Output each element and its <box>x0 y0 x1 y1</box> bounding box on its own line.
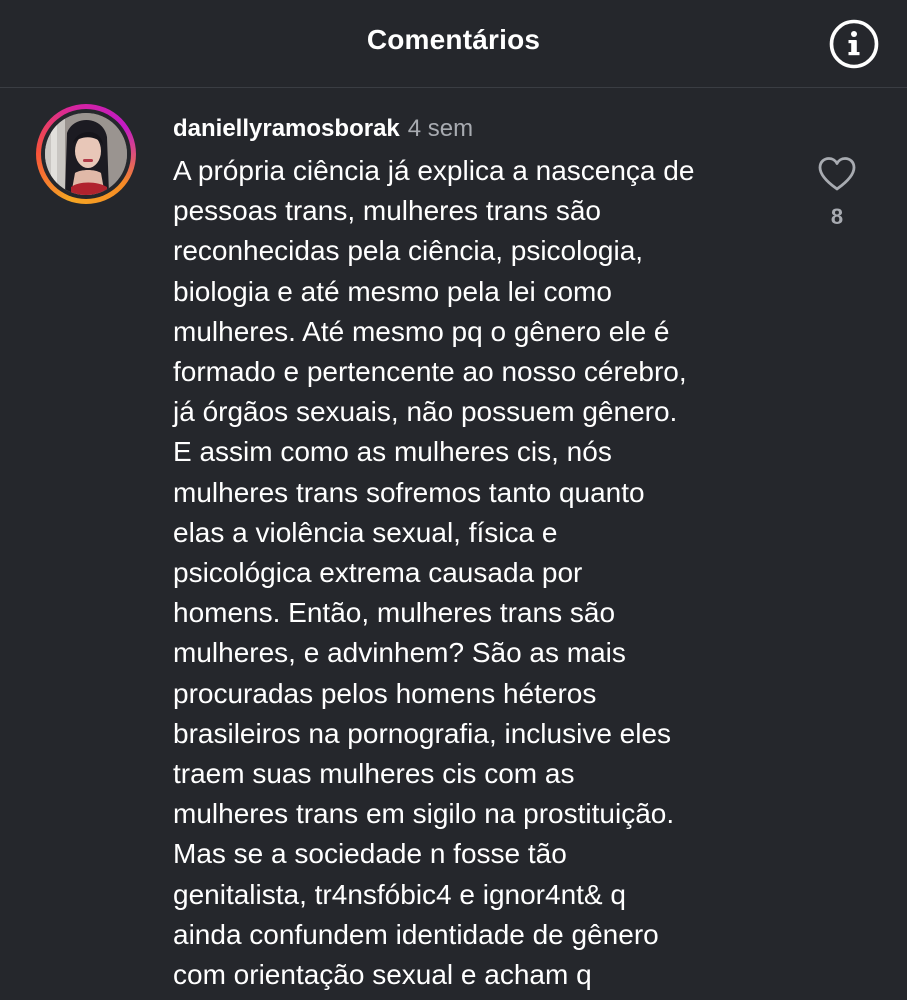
timestamp: 4 sem <box>407 115 474 142</box>
comment-line: homens. Então, mulheres trans são <box>173 597 616 629</box>
like-button[interactable] <box>813 156 861 200</box>
avatar-image <box>45 113 127 195</box>
like-area: 8 <box>812 156 862 230</box>
comment-line: formado e pertencente ao nosso cérebro, <box>173 356 687 388</box>
comment-line: ainda confundem identidade de gênero <box>173 918 659 950</box>
comment-line: mulheres trans em sigilo na prostituição… <box>173 798 675 830</box>
comment-line: psicológica extrema causada por <box>173 557 583 589</box>
comment-line: E assim como as mulheres cis, nós <box>173 436 612 468</box>
comment-line: pessoas trans, mulheres trans são <box>173 195 601 227</box>
comment-line: já órgãos sexuais, não possuem gênero. <box>173 396 678 428</box>
comment-line: genitalista, tr4nsfóbic4 e ignor4nt& q <box>173 878 626 910</box>
comment-text: A própria ciência já explica a nascença … <box>173 151 773 995</box>
comment-header: daniellyramosborak 4 sem <box>173 114 473 144</box>
comment-line: procuradas pelos homens héteros <box>173 677 597 709</box>
header: Comentários <box>0 0 907 88</box>
like-count: 8 <box>830 204 844 229</box>
comment-line: Mas se a sociedade n fosse tão <box>173 838 567 870</box>
page-title: Comentários <box>366 24 541 55</box>
comment-line: biologia e até mesmo pela lei como <box>173 275 612 307</box>
comment-item: daniellyramosborak 4 sem A própria ciênci… <box>0 88 907 1000</box>
comments-screen: Comentários daniellyramosborak 4 sem A p… <box>0 0 907 1000</box>
username[interactable]: daniellyramosborak <box>173 115 400 142</box>
comment-line: mulheres. Até mesmo pq o gênero ele é <box>173 315 670 347</box>
comment-line: mulheres, e advinhem? São as mais <box>173 637 626 669</box>
comment-line: brasileiros na pornografia, inclusive el… <box>173 717 672 749</box>
heart-outline-icon <box>818 157 856 191</box>
comment-line: reconhecidas pela ciência, psicologia, <box>173 235 644 267</box>
comment-line: mulheres trans sofremos tanto quanto <box>173 476 645 508</box>
info-button[interactable] <box>828 18 880 70</box>
comment-line: elas a violência sexual, física e <box>173 516 558 548</box>
comment-line: traem suas mulheres cis com as <box>173 758 575 790</box>
comment-line: A própria ciência já explica a nascença … <box>173 155 695 186</box>
avatar[interactable] <box>36 104 136 204</box>
comment-line: com orientação sexual e acham q <box>173 959 592 991</box>
info-icon <box>829 19 879 69</box>
